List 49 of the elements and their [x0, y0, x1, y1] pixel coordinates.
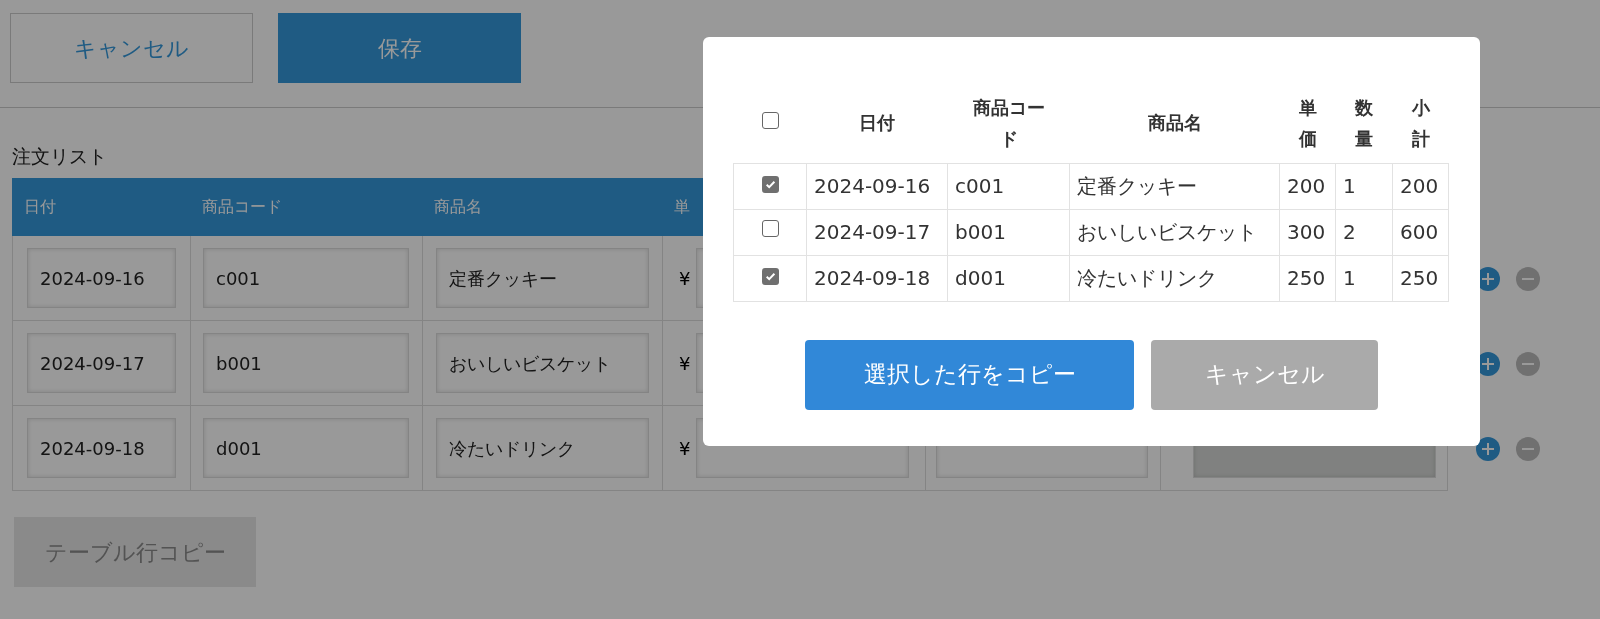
- table-cell: 1: [1343, 266, 1356, 290]
- table-cell: 200: [1400, 174, 1439, 198]
- code-field[interactable]: d001: [203, 418, 409, 478]
- check-icon: [763, 178, 777, 191]
- column-header: 商品名: [434, 197, 482, 216]
- table-cell: 2024-09-16: [814, 174, 931, 198]
- table-cell: 250: [1287, 266, 1326, 290]
- currency-symbol: ¥: [679, 266, 691, 291]
- checkbox[interactable]: [761, 268, 779, 285]
- table-cell: 2024-09-18: [814, 266, 931, 290]
- code-field[interactable]: c001: [203, 248, 409, 308]
- column-header: 商品名: [1147, 112, 1202, 134]
- table-cell: 2024-09-17: [814, 220, 931, 244]
- column-header: 小計: [1411, 97, 1430, 149]
- column-header: 単: [674, 197, 690, 216]
- code-field[interactable]: b001: [203, 333, 409, 393]
- table-cell: 定番クッキー: [1077, 174, 1197, 198]
- currency-symbol: ¥: [679, 351, 691, 376]
- column-header: 日付: [859, 112, 895, 134]
- table-cell: 250: [1400, 266, 1439, 290]
- table-cell: おいしいビスケット: [1077, 220, 1257, 244]
- checkbox[interactable]: [761, 111, 779, 129]
- column-header: 商品コード: [202, 197, 282, 216]
- checkbox[interactable]: [761, 176, 779, 193]
- column-header: 数量: [1355, 97, 1373, 149]
- table-cell: 1: [1343, 174, 1356, 198]
- table-cell: 200: [1287, 174, 1326, 198]
- table-cell: d001: [955, 266, 1006, 290]
- section-title: 注文リスト: [12, 144, 108, 169]
- table-cell: c001: [955, 174, 1005, 198]
- table-cell: 2: [1343, 220, 1356, 244]
- table-cell: 冷たいドリンク: [1077, 266, 1217, 290]
- date-field[interactable]: 2024-09-17: [27, 333, 176, 393]
- name-field[interactable]: 冷たいドリンク: [436, 418, 649, 478]
- currency-symbol: ¥: [679, 436, 691, 461]
- column-header: 日付: [24, 197, 56, 216]
- table-cell: b001: [955, 220, 1006, 244]
- column-header: 商品コード: [972, 97, 1045, 149]
- copy-selected-button[interactable]: 選択した行をコピー: [805, 339, 1134, 410]
- column-header: 単価: [1298, 97, 1317, 149]
- checkbox[interactable]: [761, 220, 779, 237]
- date-field[interactable]: 2024-09-16: [27, 248, 176, 308]
- table-cell: 300: [1287, 220, 1326, 244]
- check-icon: [763, 270, 777, 283]
- name-field[interactable]: おいしいビスケット: [436, 333, 649, 393]
- date-field[interactable]: 2024-09-18: [27, 418, 176, 478]
- add-icon[interactable]: [1476, 436, 1500, 461]
- name-field[interactable]: 定番クッキー: [436, 248, 649, 308]
- table-cell: 600: [1400, 220, 1439, 244]
